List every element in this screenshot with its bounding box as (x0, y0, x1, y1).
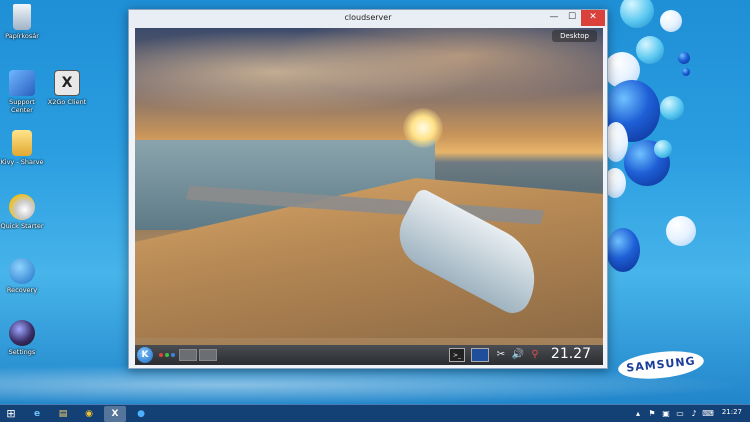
scissors-icon[interactable]: ✂ (495, 348, 507, 362)
internet-explorer-icon[interactable]: e (26, 406, 48, 422)
start-button[interactable]: ⊞ (4, 407, 18, 421)
kde-clock[interactable]: 21.27 (551, 346, 591, 362)
desktop-icon-recovery[interactable]: Recovery (0, 258, 44, 294)
bubble-decoration (636, 36, 664, 64)
minimize-button[interactable]: — (545, 10, 563, 26)
desktop-icon-settings[interactable]: Settings (0, 320, 44, 356)
recovery-icon (9, 258, 35, 284)
desktop-button-label: Desktop (560, 32, 589, 40)
desktop-icon-label: Recovery (6, 286, 38, 294)
folder-icon (12, 130, 32, 156)
bubble-decoration (606, 228, 640, 272)
x2go-taskbar-icon[interactable]: X (104, 406, 126, 422)
recycle-bin-icon (13, 4, 31, 30)
desktop-icon-kivy-share[interactable]: Kivy - Sharve (0, 130, 44, 166)
keyboard-icon[interactable]: ⌨ (702, 407, 714, 421)
kde-panel: K >_ ✂ 🔊 ⚲ 21.27 (135, 345, 603, 365)
desktop-icon-recycle-bin[interactable]: Papírkosár (0, 4, 44, 40)
maximize-button[interactable]: ☐ (563, 10, 581, 26)
desktop-icon-label: Papírkosár (5, 32, 39, 40)
blue-dot-icon (171, 353, 175, 357)
remote-desktop-wallpaper[interactable]: Desktop (135, 28, 603, 364)
app-taskbar-icon[interactable]: ● (130, 406, 152, 422)
chrome-icon[interactable]: ◉ (78, 406, 100, 422)
desktop-icon-label: Kivy - Sharve (0, 158, 44, 166)
bubble-decoration (678, 52, 690, 64)
tray-chevron-icon[interactable]: ▴ (632, 407, 644, 421)
file-explorer-icon[interactable]: ▤ (52, 406, 74, 422)
desktop-icon-quick-starter[interactable]: Quick Starter (0, 194, 44, 230)
desktop-icon-label: Quick Starter (0, 222, 44, 230)
settings-icon (9, 320, 35, 346)
desktop-icon-x2go-client[interactable]: X X2Go Client (44, 70, 90, 106)
desktop-icon-support-center[interactable]: Support Center (0, 70, 44, 114)
bubble-decoration (660, 10, 682, 32)
window-title: cloudserver (344, 13, 392, 22)
quick-starter-icon (9, 194, 35, 220)
red-dot-icon (159, 353, 163, 357)
taskbar-clock[interactable]: 21:27 (722, 408, 742, 416)
windows-taskbar: ⊞ e ▤ ◉ X ● ▴ ⚑ ▣ ▭ ♪ ⌨ 21:27 (0, 404, 750, 422)
support-center-icon (9, 70, 35, 96)
green-dot-icon (165, 353, 169, 357)
bubble-decoration (666, 216, 696, 246)
bubble-decoration (660, 96, 684, 120)
desktop-icon-label: Support Center (9, 98, 35, 114)
close-button[interactable]: ✕ (581, 10, 605, 26)
flag-icon[interactable]: ⚑ (646, 407, 658, 421)
screen-icon[interactable] (471, 348, 489, 362)
wallpaper-sun (403, 108, 443, 148)
bubble-decoration (682, 68, 690, 76)
terminal-icon[interactable]: >_ (449, 348, 465, 362)
remote-session-window[interactable]: cloudserver — ☐ ✕ Desktop K >_ ✂ 🔊 ⚲ 21.… (128, 9, 608, 369)
desktop-icon-label: Settings (8, 348, 36, 356)
kde-launcher-icon[interactable]: K (137, 347, 153, 363)
x2go-icon: X (54, 70, 80, 96)
monitor-icon[interactable]: ▭ (674, 407, 686, 421)
pager-desktop-2[interactable] (199, 349, 217, 361)
tray-app-icon[interactable]: ▣ (660, 407, 672, 421)
show-desktop-button[interactable]: Desktop (552, 30, 597, 42)
pager-desktop-1[interactable] (179, 349, 197, 361)
window-titlebar[interactable]: cloudserver — ☐ ✕ (129, 10, 607, 28)
volume-icon[interactable]: 🔊 (511, 348, 525, 362)
sound-icon[interactable]: ♪ (688, 407, 700, 421)
network-icon[interactable]: ⚲ (529, 348, 541, 362)
bubble-decoration (620, 0, 654, 28)
desktop-icon-label: X2Go Client (47, 98, 87, 106)
wallpaper-sky (135, 28, 603, 138)
bubble-decoration (654, 140, 672, 158)
